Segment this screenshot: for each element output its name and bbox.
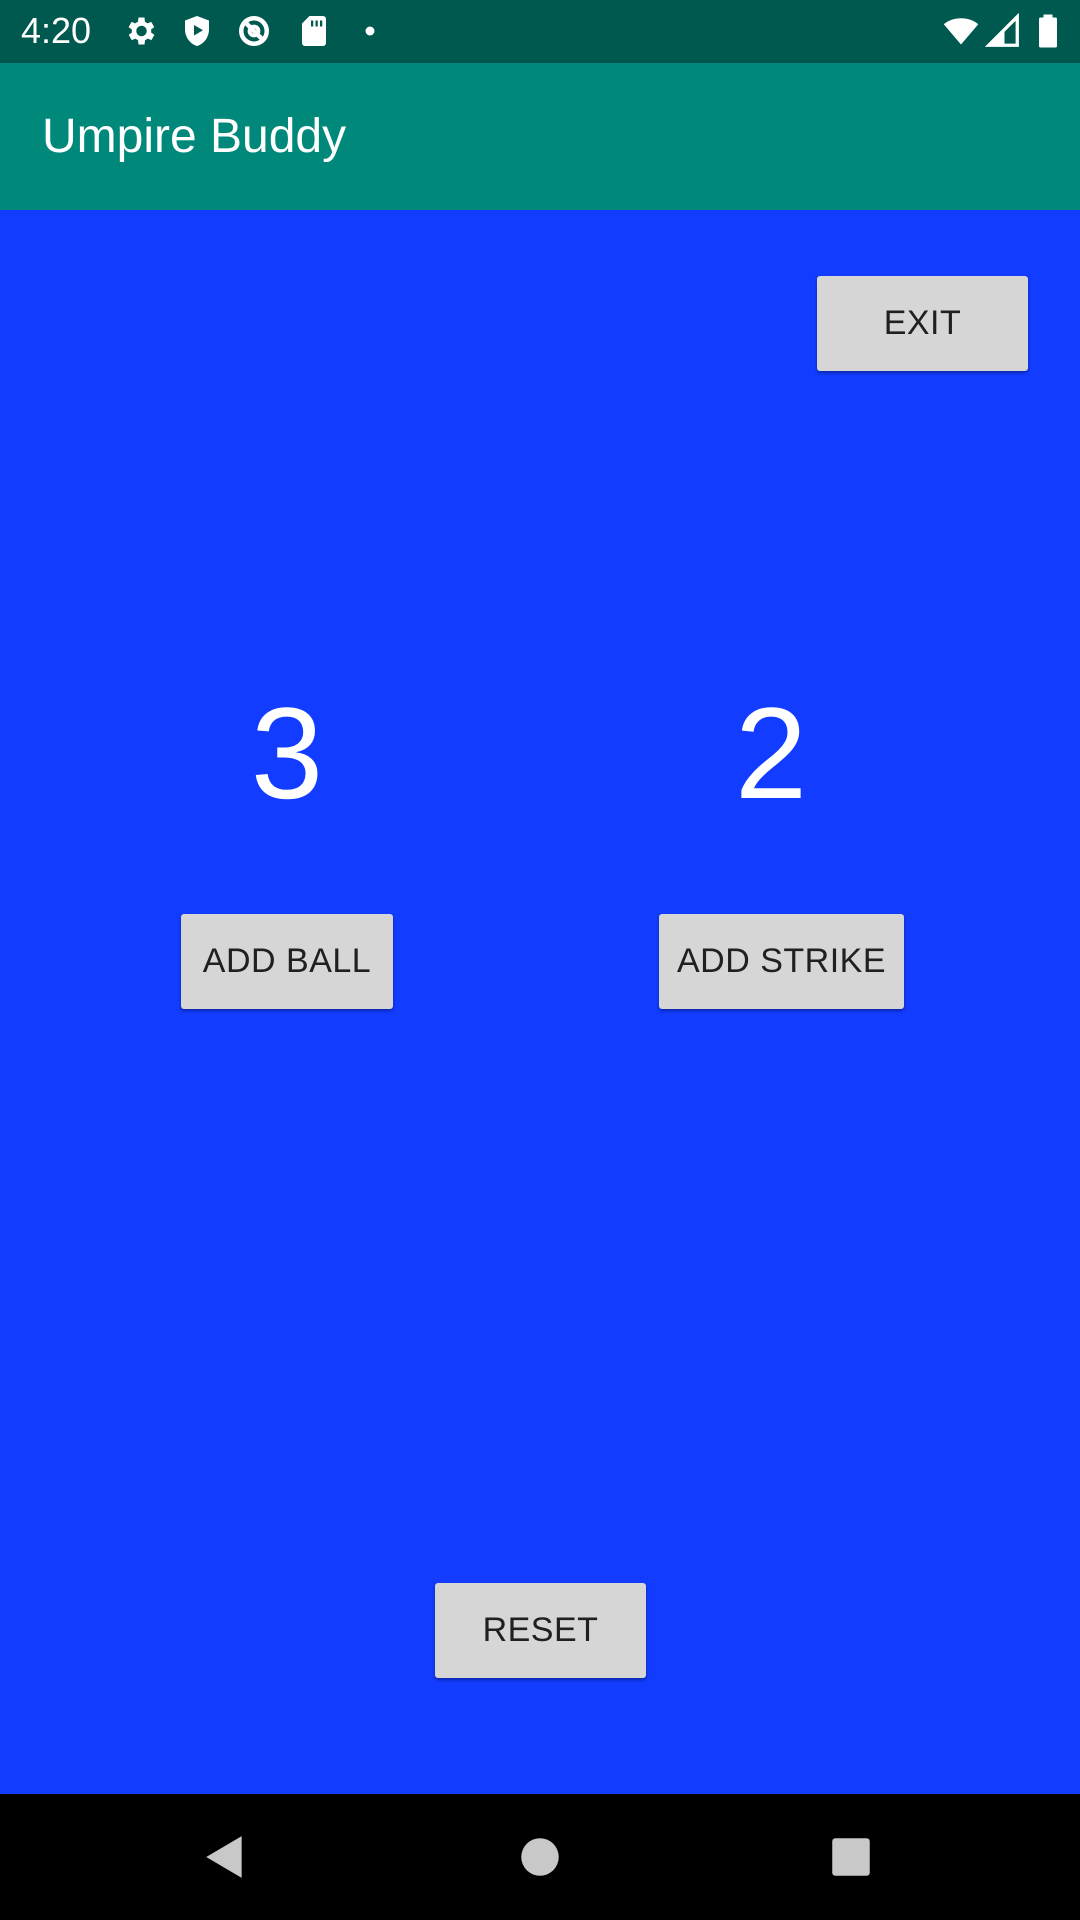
ball-count: 3 — [250, 680, 324, 826]
notification-dot-icon — [361, 22, 379, 40]
reset-button[interactable]: RESET — [435, 1583, 646, 1678]
sd-card-icon — [296, 13, 332, 49]
settings-icon — [122, 13, 158, 49]
screen: 4:20 Umpire Buddy EXIT 3 2 ADD BALL ADD … — [0, 0, 1080, 1920]
nav-bar — [0, 1794, 1080, 1920]
status-bar: 4:20 — [0, 0, 1080, 63]
app-bar: Umpire Buddy — [0, 63, 1080, 210]
signal-icon — [985, 13, 1021, 49]
add-ball-button[interactable]: ADD BALL — [181, 914, 393, 1009]
add-strike-button[interactable]: ADD STRIKE — [659, 914, 904, 1009]
battery-icon — [1030, 13, 1066, 49]
home-icon[interactable] — [515, 1832, 565, 1882]
shield-play-icon — [179, 13, 215, 49]
app-title: Umpire Buddy — [42, 110, 347, 163]
status-time: 4:20 — [21, 10, 92, 51]
exit-button[interactable]: EXIT — [817, 276, 1028, 371]
recents-icon[interactable] — [826, 1832, 876, 1882]
strike-count: 2 — [734, 680, 808, 826]
no-sync-icon — [236, 13, 272, 49]
main-content: EXIT 3 2 ADD BALL ADD STRIKE RESET — [0, 210, 1080, 1794]
back-icon[interactable] — [200, 1832, 250, 1882]
wifi-icon — [943, 13, 979, 49]
